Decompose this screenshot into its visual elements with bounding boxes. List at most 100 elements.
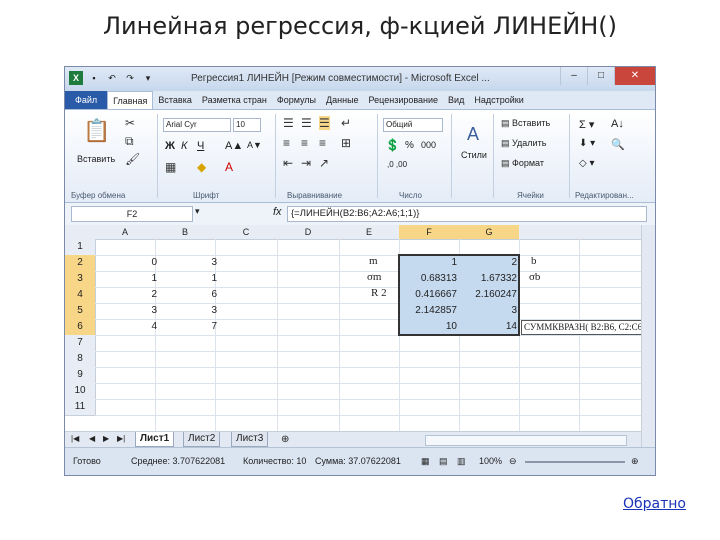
cell-a5[interactable]: 3 bbox=[95, 303, 157, 319]
vertical-scrollbar[interactable] bbox=[641, 225, 655, 447]
column-header-e[interactable]: E bbox=[339, 225, 400, 240]
column-header-d[interactable]: D bbox=[277, 225, 340, 240]
number-format-select[interactable]: Общий bbox=[383, 118, 443, 132]
prev-sheet-icon[interactable]: ◀ bbox=[89, 434, 95, 443]
cell-a6[interactable]: 4 bbox=[95, 319, 157, 335]
cell-b3[interactable]: 1 bbox=[155, 271, 217, 287]
autosum-icon[interactable]: Σ ▾ bbox=[579, 118, 594, 131]
align-left-icon[interactable]: ≡ bbox=[283, 136, 290, 150]
bold-icon[interactable]: Ж bbox=[165, 140, 175, 152]
minimize-button[interactable]: – bbox=[560, 67, 587, 85]
clear-icon[interactable]: ◇ ▾ bbox=[579, 158, 595, 169]
fill-icon[interactable]: ⬇ ▾ bbox=[579, 138, 595, 149]
font-name-select[interactable]: Arial Cyr bbox=[163, 118, 231, 132]
font-color-icon[interactable]: A bbox=[225, 160, 233, 174]
increase-decimal-icon[interactable]: ,0 ,00 bbox=[387, 160, 407, 169]
row-header[interactable]: 4 bbox=[65, 287, 96, 304]
zoom-in-icon[interactable]: ⊕ bbox=[631, 456, 639, 467]
orientation-icon[interactable]: ↗ bbox=[319, 156, 329, 170]
column-header-b[interactable]: B bbox=[155, 225, 216, 240]
row-header[interactable]: 1 bbox=[65, 239, 96, 256]
decrease-indent-icon[interactable]: ⇤ bbox=[283, 156, 293, 170]
font-size-select[interactable]: 10 bbox=[233, 118, 261, 132]
underline-icon[interactable]: Ч bbox=[197, 140, 204, 152]
tab-insert[interactable]: Вставка bbox=[153, 91, 196, 109]
italic-icon[interactable]: К bbox=[181, 140, 187, 152]
currency-icon[interactable]: 💲 bbox=[385, 138, 400, 152]
align-right-icon[interactable]: ≡ bbox=[319, 136, 326, 150]
formula-input[interactable]: {=ЛИНЕЙН(B2:B6;A2:A6;1;1)} bbox=[287, 206, 647, 222]
cell-g3[interactable]: 1.67332 bbox=[459, 271, 517, 287]
save-icon[interactable]: ▪ bbox=[87, 71, 101, 85]
styles-icon[interactable]: A bbox=[467, 124, 479, 145]
styles-button[interactable]: Стили bbox=[461, 150, 487, 160]
select-all-corner[interactable] bbox=[65, 225, 96, 240]
row-header[interactable]: 11 bbox=[65, 399, 96, 416]
horizontal-scrollbar[interactable] bbox=[425, 435, 627, 446]
cell-f5[interactable]: 2.142857 bbox=[399, 303, 457, 319]
back-link[interactable]: Обратно bbox=[623, 496, 686, 512]
row-header[interactable]: 10 bbox=[65, 383, 96, 400]
next-sheet-icon[interactable]: ▶ bbox=[103, 434, 109, 443]
copy-icon[interactable]: ⧉ bbox=[125, 134, 134, 149]
cell-b4[interactable]: 6 bbox=[155, 287, 217, 303]
shrink-font-icon[interactable]: A▼ bbox=[247, 140, 262, 150]
delete-cells-button[interactable]: ▤ Удалить bbox=[501, 138, 546, 149]
format-cells-button[interactable]: ▤ Формат bbox=[501, 158, 544, 169]
cell-b2[interactable]: 3 bbox=[155, 255, 217, 271]
wrap-text-icon[interactable]: ↵ bbox=[341, 116, 351, 130]
align-center-icon[interactable]: ≡ bbox=[301, 136, 308, 150]
normal-view-icon[interactable]: ▦ bbox=[421, 456, 430, 467]
cell-a3[interactable]: 1 bbox=[95, 271, 157, 287]
page-break-view-icon[interactable]: ▥ bbox=[457, 456, 466, 467]
last-sheet-icon[interactable]: ▶| bbox=[117, 434, 125, 443]
cell-a4[interactable]: 2 bbox=[95, 287, 157, 303]
column-header-g[interactable]: G bbox=[459, 225, 520, 240]
redo-icon[interactable]: ↷ bbox=[123, 71, 137, 85]
row-header[interactable]: 7 bbox=[65, 335, 96, 352]
column-header-f[interactable]: F bbox=[399, 225, 460, 240]
cell-g4[interactable]: 2.160247 bbox=[459, 287, 517, 303]
format-painter-icon[interactable]: 🖌 bbox=[125, 152, 140, 166]
row-header[interactable]: 9 bbox=[65, 367, 96, 384]
cell-f6[interactable]: 10 bbox=[399, 319, 457, 335]
undo-icon[interactable]: ↶ bbox=[105, 71, 119, 85]
zoom-level[interactable]: 100% bbox=[479, 456, 502, 466]
align-top-icon[interactable]: ☰ bbox=[283, 116, 294, 130]
cell-a2[interactable]: 0 bbox=[95, 255, 157, 271]
name-box[interactable]: F2 bbox=[71, 206, 193, 222]
row-header[interactable]: 6 bbox=[65, 319, 96, 336]
insert-cells-button[interactable]: ▤ Вставить bbox=[501, 118, 550, 129]
sheet-tab-1[interactable]: Лист1 bbox=[135, 432, 175, 447]
row-header[interactable]: 2 bbox=[65, 255, 96, 272]
paste-button[interactable]: Вставить bbox=[77, 154, 115, 164]
row-header[interactable]: 8 bbox=[65, 351, 96, 368]
cell-g6[interactable]: 14 bbox=[459, 319, 517, 335]
borders-icon[interactable]: ▦ bbox=[165, 160, 176, 174]
sort-filter-icon[interactable]: A↓ bbox=[611, 118, 624, 130]
row-header[interactable]: 3 bbox=[65, 271, 96, 288]
cell-f3[interactable]: 0.68313 bbox=[399, 271, 457, 287]
paste-icon[interactable]: 📋 bbox=[83, 118, 110, 144]
worksheet-grid[interactable]: A B C D E F G 1 2 3 4 5 6 7 8 9 10 11 0 … bbox=[65, 225, 649, 431]
fill-color-icon[interactable]: ◆ bbox=[197, 160, 206, 174]
percent-icon[interactable]: % bbox=[405, 140, 414, 151]
align-middle-icon[interactable]: ☰ bbox=[301, 116, 312, 130]
sheet-tab-2[interactable]: Лист2 bbox=[183, 432, 221, 447]
maximize-button[interactable]: □ bbox=[587, 67, 614, 85]
tab-file[interactable]: Файл bbox=[65, 91, 108, 109]
cell-b6[interactable]: 7 bbox=[155, 319, 217, 335]
zoom-slider[interactable] bbox=[525, 461, 625, 463]
row-header[interactable]: 5 bbox=[65, 303, 96, 320]
page-layout-view-icon[interactable]: ▤ bbox=[439, 456, 448, 467]
column-header-c[interactable]: C bbox=[215, 225, 278, 240]
cell-f4[interactable]: 0.416667 bbox=[399, 287, 457, 303]
cell-f2[interactable]: 1 bbox=[399, 255, 457, 271]
tab-page-layout[interactable]: Разметка стран bbox=[197, 91, 272, 109]
sheet-tab-3[interactable]: Лист3 bbox=[231, 432, 269, 447]
column-header-a[interactable]: A bbox=[95, 225, 156, 240]
tab-home[interactable]: Главная bbox=[107, 91, 154, 109]
tab-formulas[interactable]: Формулы bbox=[272, 91, 321, 109]
tab-data[interactable]: Данные bbox=[321, 91, 364, 109]
merge-cells-icon[interactable]: ⊞ bbox=[341, 136, 351, 150]
